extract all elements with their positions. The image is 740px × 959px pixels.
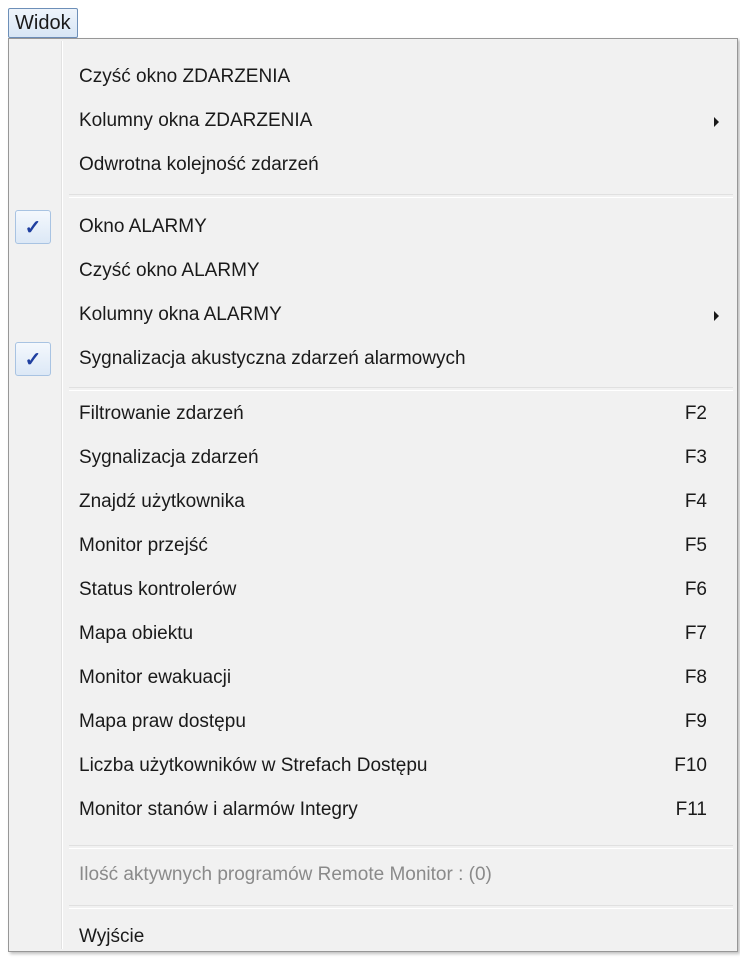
menu-item-label: Mapa obiektu [79, 623, 194, 644]
menu-widok-button[interactable]: Widok [8, 8, 78, 38]
widok-dropdown-menu: Czyść okno ZDARZENIA Kolumny okna ZDARZE… [8, 38, 738, 952]
menu-separator [69, 194, 733, 198]
menu-item-exit[interactable]: Wyjście [11, 915, 735, 959]
menu-item-shortcut: F4 [684, 491, 707, 512]
menu-item-find-user[interactable]: Znajdź użytkownika F4 [11, 480, 735, 524]
menu-item-controller-status[interactable]: Status kontrolerów F6 [11, 568, 735, 612]
menu-item-clear-alarms[interactable]: Czyść okno ALARMY [11, 249, 735, 293]
menu-item-label: Mapa praw dostępu [79, 711, 246, 732]
menu-item-label: Okno ALARMY [79, 216, 207, 237]
menu-item-label: Ilość aktywnych programów Remote Monitor… [79, 864, 492, 885]
menu-item-label: Status kontrolerów [79, 579, 237, 600]
menu-item-passage-monitor[interactable]: Monitor przejść F5 [11, 524, 735, 568]
menu-item-label: Odwrotna kolejność zdarzeń [79, 154, 319, 175]
menu-item-label: Filtrowanie zdarzeń [79, 403, 244, 424]
menu-separator [69, 905, 733, 909]
menu-item-shortcut: F9 [684, 711, 707, 732]
menu-item-remote-monitor-count: Ilość aktywnych programów Remote Monitor… [11, 853, 735, 897]
menu-item-shortcut: F5 [684, 535, 707, 556]
submenu-arrow-icon [714, 311, 719, 321]
menu-item-shortcut: F2 [684, 403, 707, 424]
menu-item-clear-events[interactable]: Czyść okno ZDARZENIA [11, 55, 735, 99]
menu-item-label: Wyjście [79, 926, 145, 947]
menu-item-label: Sygnalizacja zdarzeń [79, 447, 259, 468]
menu-item-alarms-window[interactable]: ✓ Okno ALARMY [11, 205, 735, 249]
menu-item-evacuation-monitor[interactable]: Monitor ewakuacji F8 [11, 656, 735, 700]
menu-separator [69, 387, 733, 391]
menu-item-event-columns[interactable]: Kolumny okna ZDARZENIA [11, 99, 735, 143]
menu-item-object-map[interactable]: Mapa obiektu F7 [11, 612, 735, 656]
menu-item-label: Czyść okno ZDARZENIA [79, 66, 291, 87]
menu-item-users-in-zones[interactable]: Liczba użytkowników w Strefach Dostępu F… [11, 744, 735, 788]
menu-item-acoustic-signal[interactable]: ✓ Sygnalizacja akustyczna zdarzeń alarmo… [11, 337, 735, 381]
menu-item-label: Sygnalizacja akustyczna zdarzeń alarmowy… [79, 348, 466, 369]
menu-separator [69, 845, 733, 849]
menu-item-access-rights-map[interactable]: Mapa praw dostępu F9 [11, 700, 735, 744]
menu-item-integra-monitor[interactable]: Monitor stanów i alarmów Integry F11 [11, 788, 735, 832]
menu-item-shortcut: F10 [674, 755, 707, 776]
menu-item-alarm-columns[interactable]: Kolumny okna ALARMY [11, 293, 735, 337]
menu-item-shortcut: F7 [684, 623, 707, 644]
menu-item-event-signaling[interactable]: Sygnalizacja zdarzeń F3 [11, 436, 735, 480]
menu-item-label: Kolumny okna ZDARZENIA [79, 110, 313, 131]
menu-item-label: Znajdź użytkownika [79, 491, 245, 512]
menu-item-reverse-order[interactable]: Odwrotna kolejność zdarzeń [11, 143, 735, 187]
menu-item-label: Liczba użytkowników w Strefach Dostępu [79, 755, 428, 776]
menu-item-shortcut: F3 [684, 447, 707, 468]
checkmark-icon: ✓ [15, 342, 51, 376]
menu-item-label: Monitor ewakuacji [79, 667, 232, 688]
menu-item-label: Monitor przejść [79, 535, 208, 556]
menu-item-label: Monitor stanów i alarmów Integry [79, 799, 358, 820]
menu-item-filter-events[interactable]: Filtrowanie zdarzeń F2 [11, 392, 735, 436]
menu-item-shortcut: F6 [684, 579, 707, 600]
submenu-arrow-icon [714, 117, 719, 127]
menu-item-label: Czyść okno ALARMY [79, 260, 260, 281]
checkmark-icon: ✓ [15, 210, 51, 244]
menu-item-label: Kolumny okna ALARMY [79, 304, 282, 325]
menu-item-shortcut: F11 [675, 799, 707, 820]
menu-item-shortcut: F8 [684, 667, 707, 688]
